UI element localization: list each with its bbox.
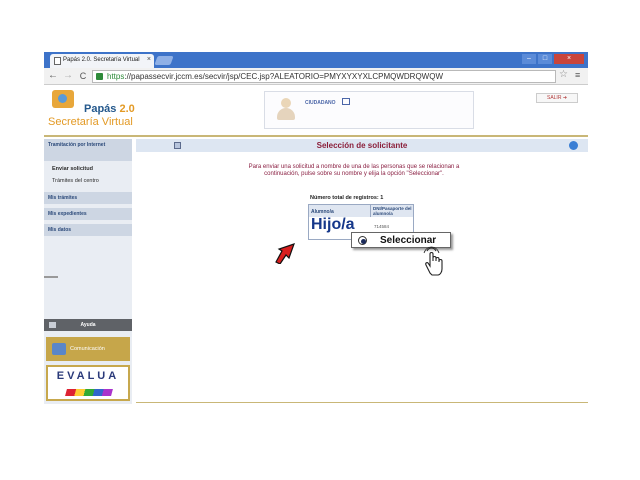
user-label: CIUDADANO — [305, 100, 336, 106]
folder-logo-icon — [52, 90, 74, 108]
evalua-banner[interactable]: EVALUA — [46, 365, 130, 401]
lock-icon — [96, 73, 103, 80]
sidebar: Tramitación por Internet Enviar solicitu… — [44, 139, 132, 404]
browser-window: Papás 2.0. Secretaría Virtual × – □ × ← … — [44, 52, 588, 404]
help-label: Ayuda — [80, 322, 96, 328]
sidebar-section-mis-expedientes[interactable]: Mis expedientes — [44, 208, 132, 220]
help-icon — [49, 322, 56, 328]
page-icon — [54, 57, 61, 65]
sidebar-item-tramites[interactable]: Trámites del centro — [52, 178, 99, 184]
forward-button[interactable]: → — [62, 70, 74, 81]
applicant-name-link[interactable]: Hijo/a — [311, 216, 355, 234]
sidebar-item-enviar[interactable]: Enviar solicitud — [52, 166, 93, 172]
close-window-button[interactable]: × — [554, 54, 584, 64]
new-tab-button[interactable] — [154, 56, 174, 65]
address-bar[interactable]: https://papassecvir.jccm.es/secvir/jsp/C… — [92, 70, 556, 83]
scroll-marker — [44, 276, 58, 278]
user-info-icon[interactable] — [342, 98, 350, 105]
tab-title: Papás 2.0. Secretaría Virtual — [63, 57, 140, 63]
logo-subtitle: Secretaría Virtual — [48, 116, 133, 128]
comunicacion-button[interactable]: Comunicación — [46, 337, 130, 361]
comunicacion-label: Comunicación — [70, 346, 105, 352]
avatar-icon — [277, 98, 295, 120]
applicant-dni: 714584 — [374, 224, 390, 229]
hand-cursor-icon — [423, 246, 443, 276]
back-button[interactable]: ← — [47, 70, 59, 81]
help-button[interactable]: Ayuda — [44, 319, 132, 331]
column-header-dni: DNI/Pasaporte del alumno/a — [371, 205, 413, 217]
logo-title[interactable]: Papás 2.0 — [84, 103, 135, 115]
evalua-label: EVALUA — [56, 370, 120, 382]
browser-tab[interactable]: Papás 2.0. Secretaría Virtual × — [50, 54, 154, 68]
radio-icon[interactable] — [358, 236, 367, 245]
communication-icon — [52, 343, 66, 355]
sidebar-section-tramitacion[interactable]: Tramitación por Internet — [44, 139, 132, 161]
minimize-button[interactable]: – — [522, 54, 536, 64]
section-title-bar: Selección de solicitante — [136, 139, 588, 152]
page-title: Selección de solicitante — [316, 141, 408, 150]
records-total: Número total de registros: 1 — [310, 195, 384, 201]
close-tab-icon[interactable]: × — [147, 56, 151, 63]
arrow-pointer-icon — [275, 243, 295, 264]
menu-icon[interactable]: ≡ — [575, 70, 580, 80]
navigate-icon[interactable] — [569, 141, 578, 150]
tab-bar: Papás 2.0. Secretaría Virtual × – □ × — [44, 52, 588, 68]
maximize-button[interactable]: □ — [538, 54, 552, 64]
site-header: Papás 2.0 Secretaría Virtual CIUDADANO S… — [44, 85, 588, 137]
logo-title-main: Papás — [84, 103, 120, 115]
logo-title-version: 2.0 — [119, 103, 135, 115]
form-icon — [174, 142, 181, 149]
browser-toolbar: ← → C https://papassecvir.jccm.es/secvir… — [44, 68, 588, 85]
logout-button[interactable]: SALIR ➜ — [536, 93, 578, 103]
reload-button[interactable]: C — [77, 71, 89, 81]
user-box: CIUDADANO — [264, 91, 474, 129]
instructions-text: Para enviar una solicitud a nombre de un… — [248, 164, 460, 177]
star-icon[interactable]: ☆ — [559, 69, 568, 80]
pencils-icon — [65, 389, 113, 396]
sidebar-section-mis-datos[interactable]: Mis datos — [44, 224, 132, 236]
url-protocol: https — [107, 72, 125, 81]
url-text: ://papassecvir.jccm.es/secvir/jsp/CEC.js… — [124, 72, 444, 81]
footer-divider — [136, 402, 588, 403]
sidebar-section-mis-tramites[interactable]: Mis trámites — [44, 192, 132, 204]
